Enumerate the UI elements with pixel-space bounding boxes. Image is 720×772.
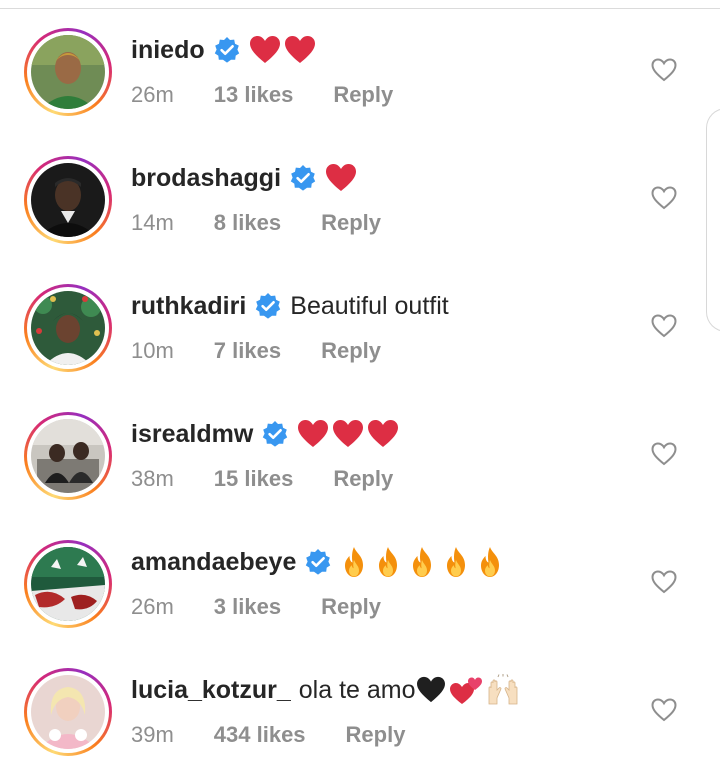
emoji-row [325,163,360,193]
comment-time: 14m [131,210,174,235]
comment-time: 38m [131,466,174,491]
comment-meta: 26m 13 likes Reply [131,80,393,110]
fire-icon [476,546,504,578]
heart-outline-icon[interactable] [650,184,678,212]
fire-icon [340,546,368,578]
story-ring[interactable] [24,156,112,244]
fire-icon [442,546,470,578]
emoji-row [340,546,510,578]
comment-meta: 14m 8 likes Reply [131,208,381,238]
heart-outline-icon[interactable] [650,568,678,596]
comment-item: brodashaggi 14m 8 likes Reply [0,156,720,284]
red-heart-icon [325,163,357,193]
top-divider [0,8,720,9]
avatar[interactable] [31,419,105,493]
emoji-row [249,35,319,65]
red-heart-icon [297,419,329,449]
fire-icon [374,546,402,578]
emoji-row [416,674,523,706]
comment-time: 26m [131,594,174,619]
heart-outline-icon[interactable] [650,440,678,468]
comment-item: amandaebeye 26m 3 likes Reply [0,540,720,668]
reply-button[interactable]: Reply [346,722,406,748]
username[interactable]: lucia_kotzur_ [131,676,291,705]
comment-line: iniedo [131,32,319,68]
likes-count[interactable]: 434 likes [214,722,306,748]
username[interactable]: amandaebeye [131,548,296,577]
story-ring[interactable] [24,28,112,116]
red-heart-icon [367,419,399,449]
username[interactable]: brodashaggi [131,164,281,193]
black-heart-icon [416,676,446,704]
comment-item: ruthkadiri Beautiful outfit 10m 7 likes … [0,284,720,412]
comment-time: 10m [131,338,174,363]
comment-meta: 38m 15 likes Reply [131,464,393,494]
red-heart-icon [249,35,281,65]
heart-outline-icon[interactable] [650,696,678,724]
username[interactable]: ruthkadiri [131,292,246,321]
likes-count[interactable]: 15 likes [214,466,294,492]
comment-line: brodashaggi [131,160,360,196]
comment-item: iniedo 26m 13 likes Reply [0,28,720,156]
comment-line: lucia_kotzur_ ola te amo [131,672,523,708]
heart-outline-icon[interactable] [650,56,678,84]
emoji-row [297,419,402,449]
comment-line: amandaebeye [131,544,510,580]
reply-button[interactable]: Reply [333,466,393,492]
comment-meta: 10m 7 likes Reply [131,336,381,366]
verified-badge-icon [213,36,241,64]
comment-time: 39m [131,722,174,747]
story-ring[interactable] [24,412,112,500]
comment-time: 26m [131,82,174,107]
comment-meta: 39m 434 likes Reply [131,720,405,750]
comments-screen: iniedo 26m 13 likes Reply brodashaggi 14… [0,0,720,772]
reply-button[interactable]: Reply [321,210,381,236]
comment-meta: 26m 3 likes Reply [131,592,381,622]
comment-text: ola te amo [298,675,416,704]
verified-badge-icon [289,164,317,192]
comment-text: Beautiful outfit [290,291,449,320]
avatar[interactable] [31,35,105,109]
red-heart-icon [284,35,316,65]
likes-count[interactable]: 3 likes [214,594,281,620]
reply-button[interactable]: Reply [321,594,381,620]
fire-icon [408,546,436,578]
verified-badge-icon [304,548,332,576]
likes-count[interactable]: 8 likes [214,210,281,236]
comment-line: ruthkadiri Beautiful outfit [131,288,449,324]
story-ring[interactable] [24,540,112,628]
verified-badge-icon [261,420,289,448]
comment-line: isrealdmw [131,416,402,452]
verified-badge-icon [254,292,282,320]
reply-button[interactable]: Reply [321,338,381,364]
story-ring[interactable] [24,668,112,756]
username[interactable]: iniedo [131,36,205,65]
heart-outline-icon[interactable] [650,312,678,340]
username[interactable]: isrealdmw [131,420,253,449]
comment-item: lucia_kotzur_ ola te amo 39m 434 likes R… [0,668,720,772]
likes-count[interactable]: 7 likes [214,338,281,364]
story-ring[interactable] [24,284,112,372]
reply-button[interactable]: Reply [333,82,393,108]
avatar[interactable] [31,675,105,749]
avatar[interactable] [31,291,105,365]
avatar[interactable] [31,163,105,237]
red-heart-icon [332,419,364,449]
raising-hands-icon [486,674,520,706]
comment-item: isrealdmw 38m 15 likes Reply [0,412,720,540]
likes-count[interactable]: 13 likes [214,82,294,108]
two-hearts-icon [449,675,483,705]
avatar[interactable] [31,547,105,621]
